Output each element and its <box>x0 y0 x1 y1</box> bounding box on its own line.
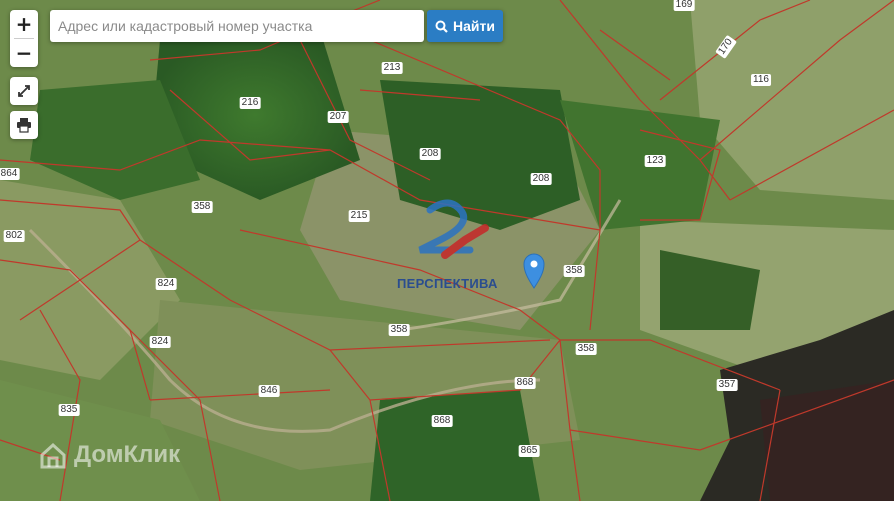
parcel-label[interactable]: 116 <box>751 74 771 86</box>
parcel-label[interactable]: 864 <box>0 168 20 180</box>
parcel-label[interactable]: 208 <box>530 173 552 185</box>
search-button[interactable]: Найти <box>427 10 503 42</box>
parcel-label[interactable]: 824 <box>155 278 177 290</box>
parcel-label[interactable]: 868 <box>431 415 453 427</box>
parcel-label[interactable]: 213 <box>381 62 403 74</box>
parcel-label[interactable]: 357 <box>716 379 738 391</box>
parcel-label[interactable]: 207 <box>327 111 349 123</box>
parcel-label[interactable]: 846 <box>258 385 280 397</box>
watermark-text: ДомКлик <box>74 441 181 468</box>
fullscreen-button[interactable] <box>10 77 38 105</box>
domclick-watermark: ДомКлик <box>38 440 180 470</box>
parcel-label[interactable]: 824 <box>149 336 171 348</box>
zoom-in-button[interactable]: + <box>10 10 38 38</box>
parcel-label[interactable]: 123 <box>644 155 666 167</box>
parcel-label[interactable]: 216 <box>239 97 261 109</box>
print-button[interactable] <box>10 111 38 139</box>
search-icon <box>435 20 448 33</box>
zoom-control: + − <box>10 10 38 67</box>
house-icon <box>40 442 66 469</box>
parcel-label[interactable]: 358 <box>191 201 213 213</box>
perspektiva-logo-text: ПЕРСПЕКТИВА <box>397 276 498 291</box>
printer-icon <box>17 118 31 133</box>
search-input[interactable] <box>50 10 424 42</box>
parcel-label[interactable]: 358 <box>575 343 597 355</box>
zoom-out-button[interactable]: − <box>10 39 38 67</box>
search-box <box>50 10 424 42</box>
parcel-label[interactable]: 358 <box>563 265 585 277</box>
map-canvas[interactable]: ПЕРСПЕКТИВА 169 170 116 213 216 207 208 … <box>0 0 894 502</box>
search-button-label: Найти <box>453 18 495 34</box>
parcel-label[interactable]: 868 <box>514 377 536 389</box>
expand-icon <box>18 85 30 97</box>
parcel-label[interactable]: 865 <box>518 445 540 457</box>
parcel-label[interactable]: 358 <box>388 324 410 336</box>
parcel-label[interactable]: 215 <box>348 210 370 222</box>
parcel-label[interactable]: 208 <box>419 148 441 160</box>
parcel-label[interactable]: 835 <box>58 404 80 416</box>
parcel-label[interactable]: 802 <box>3 230 25 242</box>
parcel-label[interactable]: 169 <box>673 0 695 11</box>
